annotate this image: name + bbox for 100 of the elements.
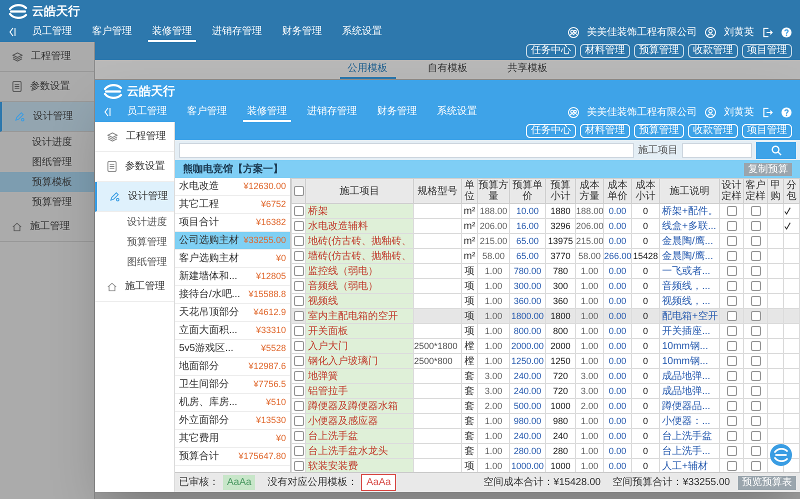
sidebar-subitem[interactable]: 预算模板 bbox=[0, 172, 94, 192]
tab[interactable]: 自有模板 bbox=[420, 60, 476, 79]
category-item[interactable]: 新建墙体和... ¥12805 bbox=[175, 268, 290, 286]
checkbox[interactable] bbox=[726, 280, 736, 291]
nav-tab[interactable]: 客户管理 bbox=[183, 102, 231, 122]
category-item[interactable]: 立面大面积... ¥33310 bbox=[175, 322, 290, 340]
checkbox[interactable] bbox=[294, 326, 304, 336]
category-item[interactable]: 其它费用 ¥0 bbox=[175, 430, 290, 448]
sidebar-subitem[interactable]: 预算管理 bbox=[95, 232, 174, 252]
checkbox[interactable] bbox=[750, 250, 760, 261]
sidebar-item[interactable]: 施工管理 bbox=[95, 272, 174, 302]
toolbar-button[interactable]: 项目管理 bbox=[742, 124, 792, 138]
checkbox[interactable] bbox=[294, 400, 304, 411]
sidebar-item[interactable]: 设计管理 bbox=[0, 102, 94, 132]
checkbox[interactable] bbox=[294, 386, 304, 396]
text-field[interactable] bbox=[179, 142, 634, 158]
category-item[interactable]: 卫生间部分 ¥7756.5 bbox=[175, 376, 290, 394]
checkbox[interactable] bbox=[726, 386, 736, 396]
logout-icon[interactable] bbox=[762, 26, 773, 38]
checkbox[interactable] bbox=[294, 186, 304, 196]
nav-tab[interactable]: 系统设置 bbox=[433, 102, 481, 122]
help-icon[interactable] bbox=[781, 26, 792, 38]
category-item[interactable]: 其它工程 ¥6752 bbox=[175, 196, 290, 214]
nav-tab[interactable]: 员工管理 bbox=[28, 22, 76, 42]
sidebar-item[interactable]: 工程管理 bbox=[95, 122, 174, 152]
checkbox[interactable] bbox=[750, 206, 760, 216]
toolbar-button[interactable]: 项目管理 bbox=[742, 44, 792, 58]
checkbox[interactable] bbox=[294, 416, 304, 426]
checkbox[interactable] bbox=[750, 310, 760, 321]
checkbox[interactable] bbox=[294, 460, 304, 471]
toolbar-button[interactable]: 收款管理 bbox=[688, 124, 738, 138]
checkbox[interactable] bbox=[294, 446, 304, 456]
toolbar-button[interactable]: 预算管理 bbox=[634, 44, 684, 58]
checkbox[interactable] bbox=[726, 400, 736, 411]
category-item[interactable]: 客户选购主材 ¥0 bbox=[175, 250, 290, 268]
checkbox[interactable] bbox=[726, 206, 736, 216]
checkbox[interactable] bbox=[294, 370, 304, 381]
checkbox[interactable] bbox=[726, 250, 736, 261]
checkbox[interactable] bbox=[726, 460, 736, 471]
checkbox[interactable] bbox=[726, 236, 736, 246]
nav-tab[interactable]: 进销存管理 bbox=[303, 102, 361, 122]
search-button[interactable] bbox=[756, 142, 796, 158]
checkbox[interactable] bbox=[294, 250, 304, 261]
category-item[interactable]: 水电改造 ¥12630.00 bbox=[175, 178, 290, 196]
checkbox[interactable] bbox=[726, 446, 736, 456]
checkbox[interactable] bbox=[726, 326, 736, 336]
category-item[interactable]: 接待台/水吧... ¥15588.8 bbox=[175, 286, 290, 304]
sidebar-subitem[interactable]: 图纸管理 bbox=[0, 152, 94, 172]
collapse-icon[interactable] bbox=[103, 107, 111, 117]
search-field[interactable] bbox=[682, 142, 752, 158]
nav-tab[interactable]: 客户管理 bbox=[88, 22, 136, 42]
nav-tab[interactable]: 系统设置 bbox=[338, 22, 386, 42]
collapse-icon[interactable] bbox=[8, 27, 16, 37]
checkbox[interactable] bbox=[750, 370, 760, 381]
nav-tab[interactable]: 财务管理 bbox=[373, 102, 421, 122]
toolbar-button[interactable]: 材料管理 bbox=[580, 124, 630, 138]
sidebar-item[interactable]: 设计管理 bbox=[95, 182, 174, 212]
category-item[interactable]: 天花吊顶部分 ¥4612.9 bbox=[175, 304, 290, 322]
category-item[interactable]: 预算合计 ¥175647.80 bbox=[175, 448, 290, 466]
user-name[interactable]: 刘黄英 bbox=[724, 104, 754, 120]
toolbar-button[interactable]: 任务中心 bbox=[526, 124, 576, 138]
checkbox[interactable] bbox=[726, 340, 736, 351]
checkbox[interactable] bbox=[294, 280, 304, 291]
nav-tab[interactable]: 财务管理 bbox=[278, 22, 326, 42]
user-icon[interactable] bbox=[705, 26, 716, 38]
nav-tab[interactable]: 员工管理 bbox=[123, 102, 171, 122]
checkbox[interactable] bbox=[294, 356, 304, 366]
checkbox[interactable] bbox=[750, 340, 760, 351]
checkbox[interactable] bbox=[726, 296, 736, 306]
checkbox[interactable] bbox=[750, 356, 760, 366]
toolbar-button[interactable]: 收款管理 bbox=[688, 44, 738, 58]
nav-tab[interactable]: 进销存管理 bbox=[208, 22, 266, 42]
category-item[interactable]: 公司选购主材 ¥33255.00 bbox=[175, 232, 290, 250]
sidebar-subitem[interactable]: 图纸管理 bbox=[95, 252, 174, 272]
checkbox[interactable] bbox=[726, 416, 736, 426]
checkbox[interactable] bbox=[726, 370, 736, 381]
checkbox[interactable] bbox=[750, 460, 760, 471]
checkbox[interactable] bbox=[294, 206, 304, 216]
checkbox[interactable] bbox=[750, 236, 760, 246]
user-name[interactable]: 刘黄英 bbox=[724, 24, 754, 40]
sidebar-subitem[interactable]: 设计进度 bbox=[95, 212, 174, 232]
checkbox[interactable] bbox=[726, 220, 736, 231]
checkbox[interactable] bbox=[750, 220, 760, 231]
toolbar-button[interactable]: 材料管理 bbox=[580, 44, 630, 58]
user-icon[interactable] bbox=[705, 106, 716, 118]
category-item[interactable]: 地面部分 ¥12987.6 bbox=[175, 358, 290, 376]
toolbar-button[interactable]: 任务中心 bbox=[526, 44, 576, 58]
checkbox[interactable] bbox=[750, 386, 760, 396]
sidebar-subitem[interactable]: 设计进度 bbox=[0, 132, 94, 152]
checkbox[interactable] bbox=[750, 400, 760, 411]
checkbox[interactable] bbox=[294, 236, 304, 246]
category-item[interactable]: 5v5游戏区... ¥5528 bbox=[175, 340, 290, 358]
checkbox[interactable] bbox=[294, 266, 304, 276]
checkbox[interactable] bbox=[750, 280, 760, 291]
checkbox[interactable] bbox=[294, 296, 304, 306]
checkbox[interactable] bbox=[750, 446, 760, 456]
logout-icon[interactable] bbox=[762, 106, 773, 118]
checkbox[interactable] bbox=[294, 430, 304, 441]
tab[interactable]: 共享模板 bbox=[500, 60, 556, 79]
checkbox[interactable] bbox=[726, 430, 736, 441]
